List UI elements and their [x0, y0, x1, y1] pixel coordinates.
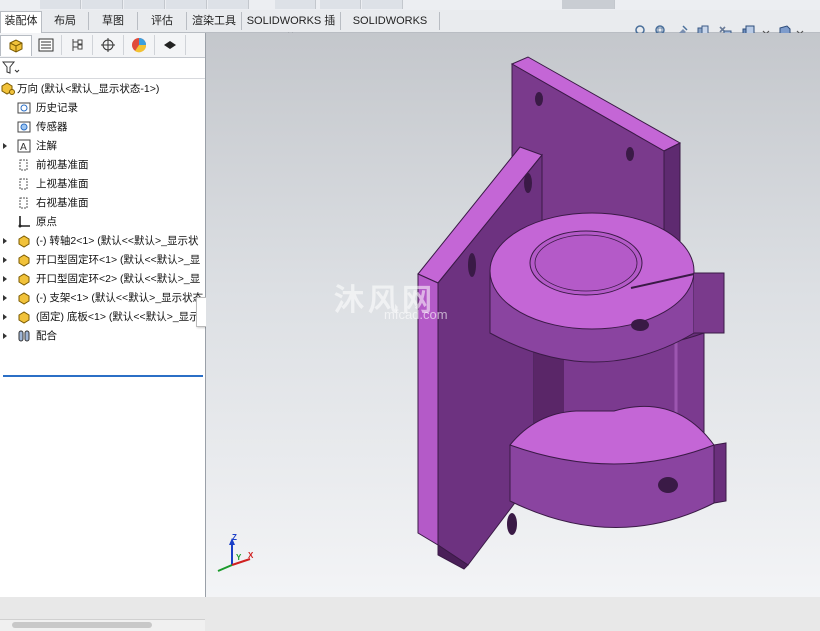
- annotation-icon: A: [17, 139, 31, 153]
- tree-item-top-plane[interactable]: 上视基准面: [0, 175, 205, 193]
- tab-assembly[interactable]: 装配体: [0, 11, 42, 33]
- tree-root[interactable]: 万向 (默认<默认_显示状态-1>): [0, 80, 205, 98]
- tree-item-history[interactable]: 历史记录: [0, 99, 205, 117]
- expand-arrow-icon[interactable]: [3, 333, 7, 339]
- tree-item-label: 右视基准面: [36, 197, 89, 209]
- assembly-model[interactable]: [206, 33, 820, 597]
- tree-item-label: 配合: [36, 330, 57, 342]
- expand-arrow-icon[interactable]: [3, 295, 7, 301]
- triad-y-label: Y: [236, 553, 242, 562]
- rollback-bar[interactable]: [3, 375, 203, 377]
- expand-arrow-icon[interactable]: [3, 314, 7, 320]
- tree-item-label: 注解: [36, 140, 57, 152]
- tree-filter[interactable]: [0, 58, 205, 79]
- part-icon: [18, 273, 30, 286]
- tree-item-label: (-) 转轴2<1> (默认<<默认>_显示状: [36, 235, 199, 247]
- tree-item-label: 传感器: [36, 121, 68, 133]
- assembly-icon: [1, 82, 15, 95]
- feature-manager-icon: [9, 39, 23, 53]
- expand-arrow-icon[interactable]: [3, 276, 7, 282]
- tree-item-sensors[interactable]: 传感器: [0, 118, 205, 136]
- tree-item-label: 开口型固定环<2> (默认<<默认>_显: [36, 273, 201, 285]
- toolbar-button[interactable]: [275, 0, 316, 9]
- graphics-area[interactable]: 沐风网 mfcad.com Z X Y: [206, 33, 820, 597]
- toolbar-button[interactable]: [166, 0, 207, 9]
- display-manager-icon: [132, 38, 147, 53]
- tab-render-tools[interactable]: 渲染工具: [187, 12, 242, 30]
- tree-item-right-plane[interactable]: 右视基准面: [0, 194, 205, 212]
- lower-clamp-ring[interactable]: [509, 405, 727, 528]
- expand-arrow-icon[interactable]: [3, 238, 7, 244]
- svg-text:A: A: [20, 142, 27, 153]
- horizontal-scrollbar[interactable]: [0, 619, 205, 631]
- plane-icon: [19, 159, 28, 171]
- tree-item-label: 历史记录: [36, 102, 78, 114]
- tab-evaluate[interactable]: 评估: [138, 12, 187, 30]
- tab-cam[interactable]: [155, 35, 186, 55]
- toolbar-button[interactable]: [82, 0, 123, 9]
- part-icon: [18, 235, 30, 248]
- cam-icon: [164, 41, 176, 49]
- tree-item-part[interactable]: (-) 支架<1> (默认<<默认>_显示状态: [0, 289, 205, 307]
- watermark-url: mfcad.com: [384, 307, 448, 322]
- tab-dimxpert[interactable]: [93, 35, 124, 55]
- tree-item-front-plane[interactable]: 前视基准面: [0, 156, 205, 174]
- tree-item-label: (-) 支架<1> (默认<<默认>_显示状态: [36, 292, 204, 304]
- part-icon: [18, 311, 30, 324]
- mates-icon: [18, 330, 30, 342]
- tree-item-part[interactable]: 开口型固定环<2> (默认<<默认>_显: [0, 270, 205, 288]
- tree-item-label: 开口型固定环<1> (默认<<默认>_显: [36, 254, 201, 266]
- filter-icon[interactable]: [2, 61, 20, 75]
- sensor-icon: [17, 121, 31, 133]
- tree-item-label: 上视基准面: [36, 178, 89, 190]
- tab-display-manager[interactable]: [124, 35, 155, 55]
- origin-icon: [18, 216, 30, 228]
- tree-item-part[interactable]: (-) 转轴2<1> (默认<<默认>_显示状: [0, 232, 205, 250]
- property-manager-icon: [38, 38, 54, 52]
- toolbar-button[interactable]: [208, 0, 249, 9]
- toolbar-button-active[interactable]: [562, 0, 615, 9]
- tree-item-annotations[interactable]: A 注解: [0, 137, 205, 155]
- tab-layout[interactable]: 布局: [42, 12, 89, 30]
- toolbar-button[interactable]: [124, 0, 165, 9]
- plane-icon: [19, 197, 28, 209]
- tree-item-part[interactable]: 开口型固定环<1> (默认<<默认>_显: [0, 251, 205, 269]
- toolbar-button[interactable]: [362, 0, 403, 9]
- tree-root-label: 万向 (默认<默认_显示状态-1>): [17, 83, 160, 95]
- tree-item-part[interactable]: (固定) 底板<1> (默认<<默认>_显示: [0, 308, 205, 326]
- tree-item-origin[interactable]: 原点: [0, 213, 205, 231]
- feature-manager-panel: 万向 (默认<默认_显示状态-1>) 历史记录 传感器 A 注解 前视基准面 上…: [0, 33, 206, 631]
- tab-property-manager[interactable]: [31, 35, 62, 55]
- tab-solidworks-addins[interactable]: SOLIDWORKS 插件: [242, 12, 341, 45]
- toolbar-button[interactable]: [40, 0, 81, 9]
- part-icon: [18, 292, 30, 305]
- tab-feature-manager[interactable]: [0, 35, 32, 56]
- plane-icon: [19, 178, 28, 190]
- tree-item-label: 前视基准面: [36, 159, 89, 171]
- expand-arrow-icon[interactable]: [3, 143, 7, 149]
- configuration-manager-icon: [72, 39, 83, 51]
- expand-arrow-icon[interactable]: [3, 257, 7, 263]
- command-manager-tabs: 装配体 布局 草图 评估 渲染工具 SOLIDWORKS 插件 SOLIDWOR…: [0, 10, 820, 45]
- triad-z-label: Z: [232, 533, 237, 542]
- triad-x-label: X: [248, 551, 254, 560]
- dimxpert-icon: [101, 38, 115, 52]
- toolbar-button[interactable]: [320, 0, 361, 9]
- history-icon: [17, 102, 31, 114]
- tab-configuration-manager[interactable]: [62, 35, 93, 55]
- tree-item-label: (固定) 底板<1> (默认<<默认>_显示: [36, 311, 200, 323]
- tab-sketch[interactable]: 草图: [89, 12, 138, 30]
- scrollbar-thumb[interactable]: [12, 622, 152, 628]
- tree-item-label: 原点: [36, 216, 57, 228]
- tab-solidworks-mbd[interactable]: SOLIDWORKS MBD: [341, 12, 440, 45]
- tree-item-mates[interactable]: 配合: [0, 327, 205, 345]
- part-icon: [18, 254, 30, 267]
- manager-tabs: [0, 33, 205, 58]
